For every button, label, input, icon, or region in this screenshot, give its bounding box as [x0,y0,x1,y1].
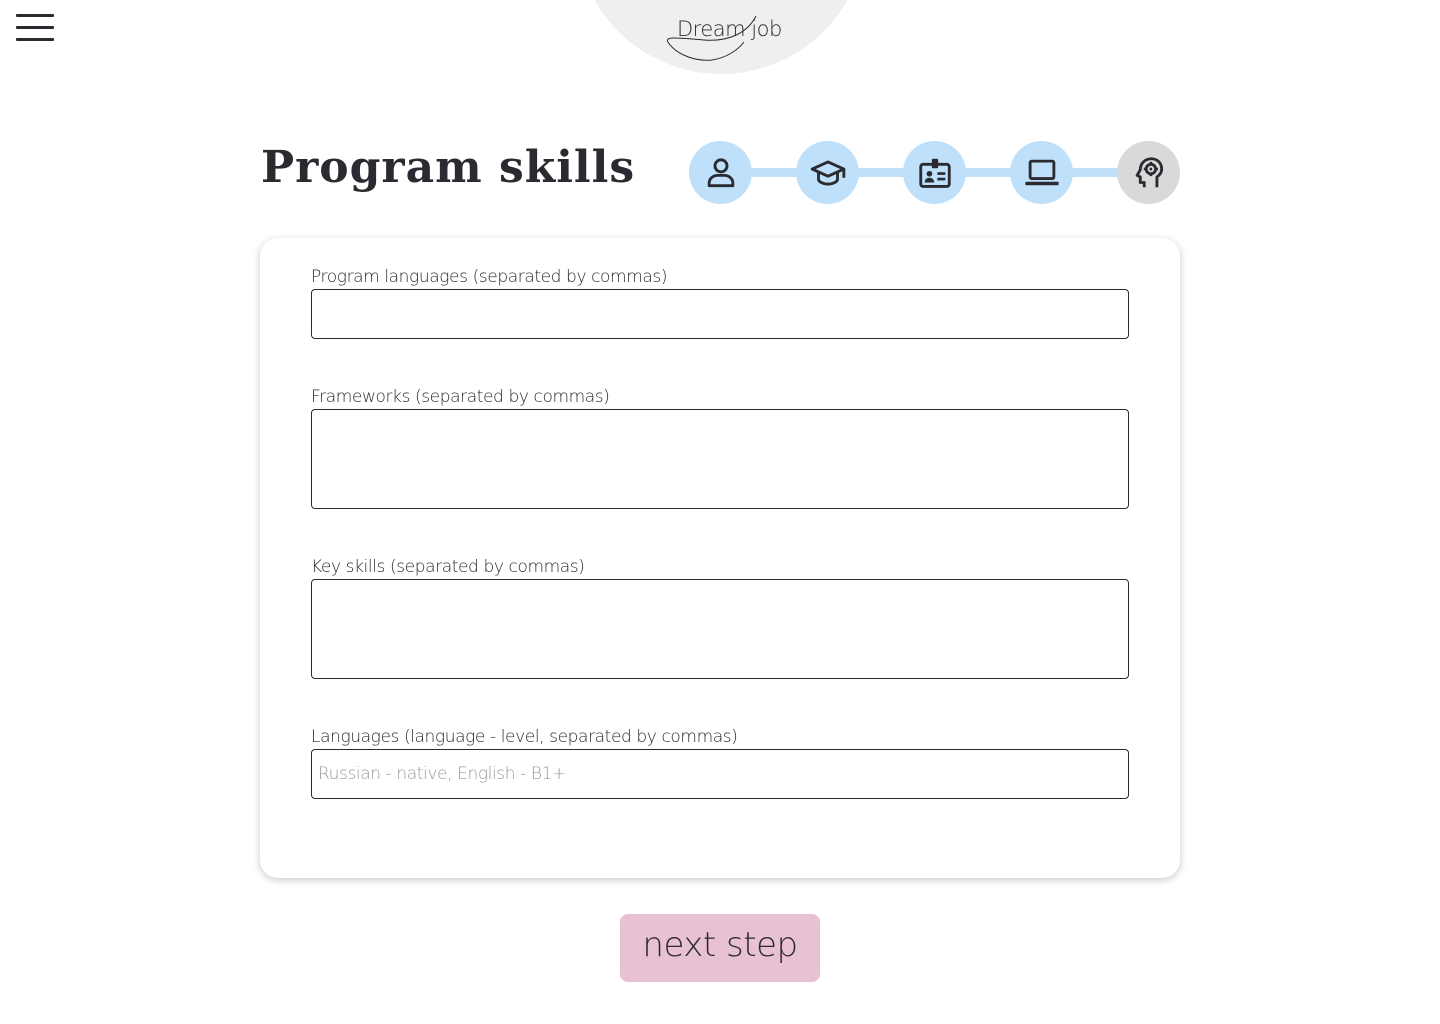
page: Dream job Program skills Program languag… [0,0,1440,1024]
languages-label: Languages (language - level, separated b… [311,727,738,747]
step-personal[interactable] [689,141,752,204]
hamburger-menu-icon[interactable] [16,14,54,42]
id-badge-icon [918,158,951,188]
languages-input[interactable] [311,749,1129,799]
progress-stepper [689,141,1180,204]
step-experience[interactable] [903,141,966,204]
logo-text: Dream job [677,17,782,41]
key-skills-input[interactable] [311,579,1129,679]
laptop-icon [1024,159,1059,185]
frameworks-label: Frameworks (separated by commas) [311,387,610,407]
page-title: Program skills [261,142,636,193]
frameworks-input[interactable] [311,409,1129,509]
head-gear-icon [1135,156,1163,187]
logo[interactable]: Dream job [660,12,782,64]
person-icon [707,157,734,187]
step-education[interactable] [796,141,859,204]
program-languages-input[interactable] [311,289,1129,339]
next-step-button[interactable]: next step [620,914,820,982]
skills-form-card: Program languages (separated by commas) … [260,238,1180,878]
program-languages-label: Program languages (separated by commas) [311,267,668,287]
graduation-cap-icon [810,159,845,186]
step-soft-skills[interactable] [1117,141,1180,204]
step-program-skills[interactable] [1010,141,1073,204]
key-skills-label: Key skills (separated by commas) [311,557,585,577]
